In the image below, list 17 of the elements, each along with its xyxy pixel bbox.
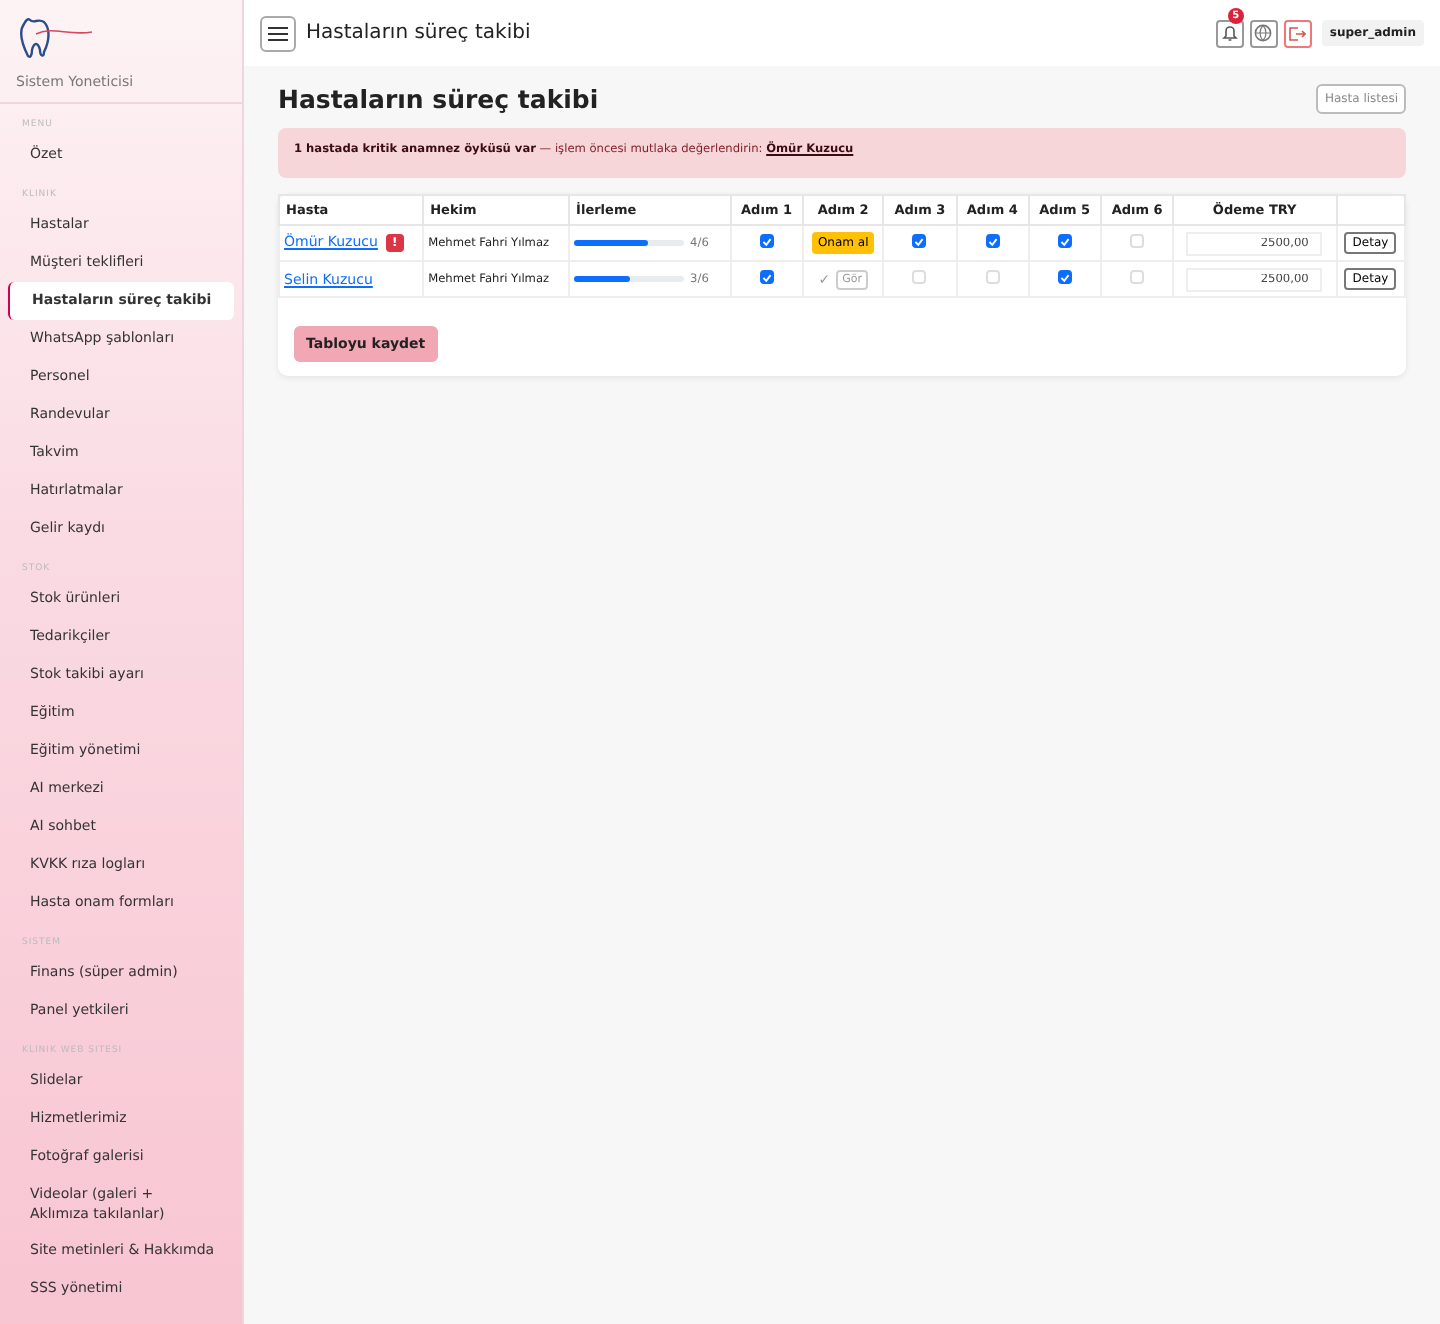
language-button[interactable] bbox=[1249, 19, 1278, 47]
menu-button[interactable] bbox=[260, 15, 296, 51]
page-heading: Hastaların süreç takibi bbox=[278, 84, 599, 114]
globe-icon bbox=[1254, 24, 1273, 42]
notification-button[interactable] bbox=[1215, 19, 1244, 47]
tooth-logo-icon bbox=[16, 16, 96, 60]
checkbox[interactable] bbox=[1057, 270, 1072, 285]
checkbox[interactable] bbox=[1057, 234, 1072, 249]
checkbox[interactable] bbox=[759, 234, 774, 249]
logout-button[interactable] bbox=[1283, 19, 1312, 47]
page-title: Hastaların süreç takibi bbox=[306, 22, 533, 44]
checkbox[interactable] bbox=[759, 270, 774, 285]
bell-icon bbox=[1221, 24, 1238, 42]
logout-icon bbox=[1288, 25, 1307, 41]
checkbox[interactable] bbox=[985, 234, 1000, 249]
menu-icon bbox=[268, 25, 288, 41]
checkbox[interactable] bbox=[912, 234, 927, 249]
